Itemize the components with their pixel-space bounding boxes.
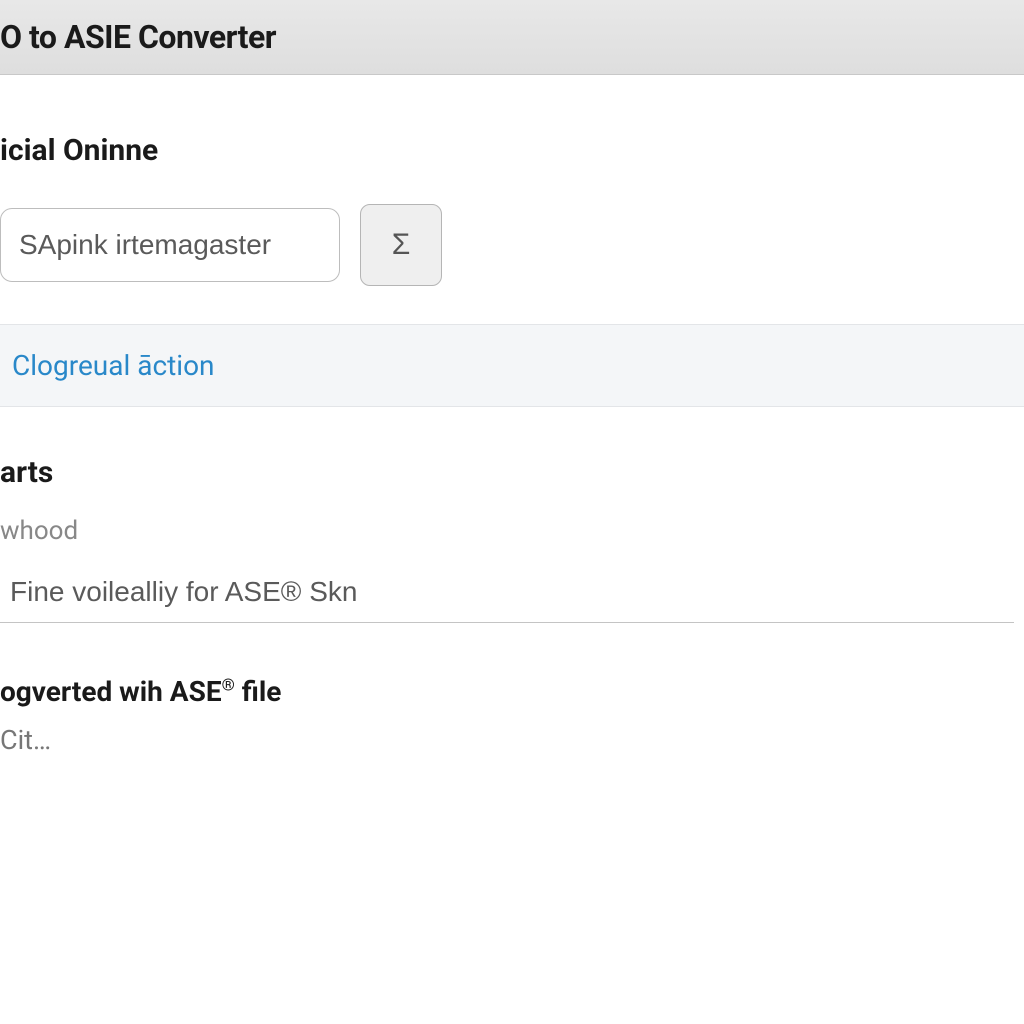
action-link[interactable]: Clogreual āction	[12, 349, 215, 382]
action-bar: Clogreual āction	[0, 324, 1024, 407]
sigma-button[interactable]: Σ	[360, 204, 442, 286]
registered-mark: ®	[222, 676, 235, 696]
section-heading-arts: arts	[0, 455, 1024, 490]
main-content: icial Oninne Σ Clogreual āction arts who…	[0, 133, 1024, 756]
file-heading-prefix: ogverted wih ASE	[0, 675, 222, 708]
section-heading-online: icial Oninne	[0, 133, 1024, 168]
file-heading-suffix: file	[235, 675, 282, 708]
file-heading: ogverted wih ASE® file	[0, 675, 1024, 708]
input-row: Σ	[0, 204, 1024, 286]
sigma-icon: Σ	[392, 228, 411, 262]
muted-label: whood	[0, 516, 1024, 546]
source-input[interactable]	[0, 208, 340, 282]
file-sub-label: Cit…	[0, 724, 1024, 756]
header-bar: O to ASIE Converter	[0, 0, 1024, 75]
description-input[interactable]	[0, 564, 1014, 623]
page-title: O to ASIE Converter	[0, 18, 1024, 56]
